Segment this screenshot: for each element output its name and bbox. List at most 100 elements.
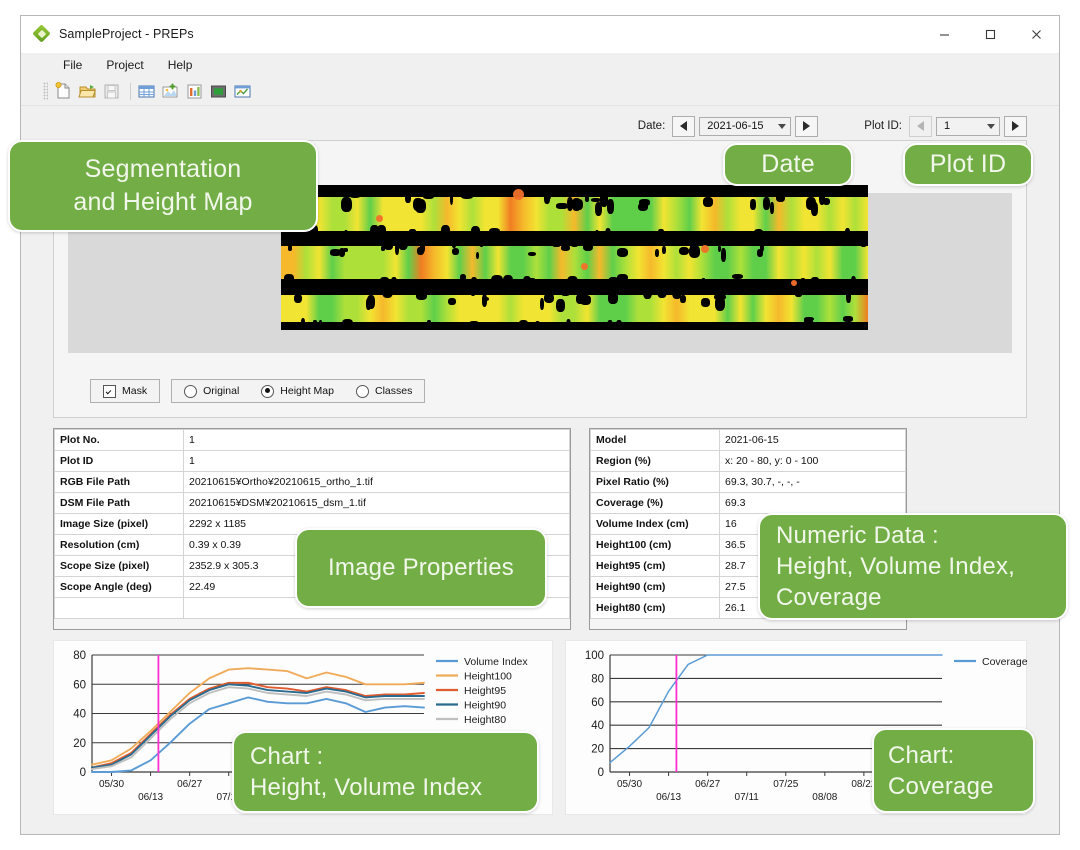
height-hotspot xyxy=(376,215,383,222)
next-date-button[interactable] xyxy=(795,116,818,137)
row-key: Scope Angle (deg) xyxy=(55,577,184,598)
open-project-icon[interactable] xyxy=(77,81,99,102)
row-key: Coverage (%) xyxy=(591,493,720,514)
soil-speckle xyxy=(572,198,581,211)
soil-speckle xyxy=(465,232,471,244)
plot-id-select[interactable]: 1 xyxy=(936,117,1000,136)
soil-speckle xyxy=(313,320,317,324)
y-tick-label: 80 xyxy=(73,650,86,662)
callout-segmentation-line2: and Height Map xyxy=(73,186,252,219)
soil-speckle xyxy=(370,225,379,238)
new-project-icon[interactable] xyxy=(53,81,75,102)
date-select[interactable]: 2021-06-15 xyxy=(699,117,791,136)
soil-speckle xyxy=(830,325,840,330)
soil-speckle xyxy=(489,228,500,235)
soil-speckle xyxy=(294,294,302,303)
radio-height-map[interactable]: Height Map xyxy=(261,385,334,398)
soil-speckle xyxy=(409,229,416,234)
prev-date-button[interactable] xyxy=(672,116,695,137)
menu-item-file[interactable]: File xyxy=(53,55,92,75)
soil-speckle xyxy=(721,248,726,262)
radio-classes[interactable]: Classes xyxy=(356,385,412,398)
row-key: DSM File Path xyxy=(55,493,184,514)
soil-speckle xyxy=(535,232,547,246)
table-row[interactable]: Coverage (%)69.3 xyxy=(591,493,906,514)
soil-speckle xyxy=(500,283,507,295)
plot-id-label: Plot ID: xyxy=(864,120,902,132)
soil-speckle xyxy=(521,231,525,246)
soil-speckle xyxy=(607,199,614,214)
save-project-icon[interactable] xyxy=(101,81,123,102)
segmentation-icon[interactable] xyxy=(208,81,230,102)
height-hotspot xyxy=(701,245,709,253)
table-row[interactable]: DSM File Path20210615¥DSM¥20210615_dsm_1… xyxy=(55,493,570,514)
maximize-icon[interactable] xyxy=(967,16,1013,52)
mask-checkbox[interactable]: Mask xyxy=(90,379,160,403)
next-plot-button[interactable] xyxy=(1004,116,1027,137)
soil-speckle xyxy=(381,246,385,251)
toolbar-grip[interactable] xyxy=(43,82,48,100)
x-tick-label: 06/27 xyxy=(695,779,720,790)
soil-speckle xyxy=(399,279,411,293)
soil-speckle xyxy=(729,327,732,330)
callout-plot-id: Plot ID xyxy=(903,143,1033,186)
callout-segmentation-line1: Segmentation xyxy=(85,153,242,186)
soil-speckle xyxy=(452,248,459,255)
soil-speckle xyxy=(284,274,294,283)
legend-label: Coverage xyxy=(982,656,1028,668)
soil-speckle xyxy=(608,292,618,304)
add-image-icon[interactable] xyxy=(160,81,182,102)
soil-speckle xyxy=(750,199,756,210)
table-row[interactable]: Plot No.1 xyxy=(55,430,570,451)
soil-speckle xyxy=(732,274,743,279)
soil-speckle xyxy=(655,249,659,257)
soil-speckle xyxy=(546,323,556,330)
y-tick-label: 20 xyxy=(591,744,604,756)
soil-band xyxy=(281,322,868,330)
row-value: 1 xyxy=(184,430,570,451)
row-value: 20210615¥DSM¥20210615_dsm_1.tif xyxy=(184,493,570,514)
row-key: Volume Index (cm) xyxy=(591,514,720,535)
table-row[interactable]: Region (%)x: 20 - 80, y: 0 - 100 xyxy=(591,451,906,472)
minimize-icon[interactable] xyxy=(921,16,967,52)
soil-speckle xyxy=(701,298,710,307)
soil-speckle xyxy=(701,278,706,288)
soil-speckle xyxy=(461,193,473,199)
chart-view-icon[interactable] xyxy=(184,81,206,102)
table-row[interactable]: RGB File Path20210615¥Ortho¥20210615_ort… xyxy=(55,472,570,493)
export-icon[interactable] xyxy=(232,81,254,102)
chevron-down-icon xyxy=(987,124,995,129)
legend-label: Height95 xyxy=(464,685,506,697)
table-row[interactable]: Plot ID1 xyxy=(55,451,570,472)
soil-speckle xyxy=(448,298,456,305)
prev-plot-button[interactable] xyxy=(909,116,932,137)
soil-speckle xyxy=(605,228,611,243)
row-key: Height90 (cm) xyxy=(591,577,720,598)
menu-item-help[interactable]: Help xyxy=(158,55,203,75)
y-tick-label: 60 xyxy=(73,679,86,691)
y-tick-label: 80 xyxy=(591,673,604,685)
radio-original[interactable]: Original xyxy=(184,385,239,398)
soil-speckle xyxy=(527,278,536,284)
soil-speckle xyxy=(608,277,619,288)
soil-speckle xyxy=(616,320,622,329)
table-view-icon[interactable] xyxy=(136,81,158,102)
soil-speckle xyxy=(658,229,664,235)
soil-speckle xyxy=(468,321,480,330)
soil-speckle xyxy=(643,284,652,299)
close-icon[interactable] xyxy=(1013,16,1059,52)
menu-item-project[interactable]: Project xyxy=(96,55,153,75)
soil-speckle xyxy=(569,232,580,247)
soil-speckle xyxy=(662,246,666,254)
table-row[interactable]: Pixel Ratio (%)69.3, 30.7, -, -, - xyxy=(591,472,906,493)
soil-speckle xyxy=(384,241,393,250)
legend-label: Height100 xyxy=(464,670,512,682)
row-value: 20210615¥Ortho¥20210615_ortho_1.tif xyxy=(184,472,570,493)
callout-numeric-line1: Numeric Data : xyxy=(776,520,939,551)
soil-speckle xyxy=(679,247,689,255)
radio-icon-selected xyxy=(261,385,274,398)
row-key: Model xyxy=(591,430,720,451)
table-row[interactable]: Model2021-06-15 xyxy=(591,430,906,451)
soil-speckle xyxy=(482,297,489,301)
canopy-band xyxy=(281,246,868,279)
